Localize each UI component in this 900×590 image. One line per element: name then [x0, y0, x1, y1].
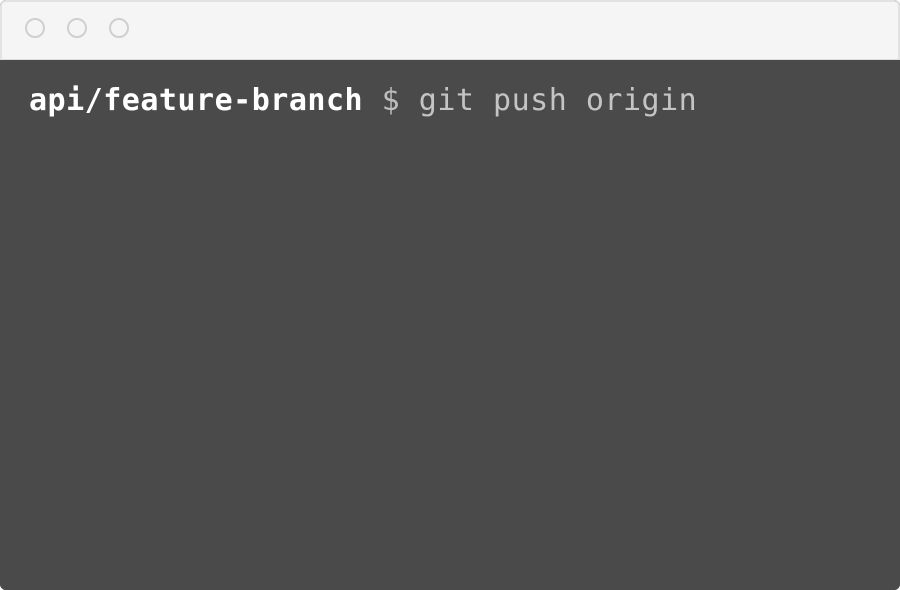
branch-name: api/feature-branch: [29, 83, 364, 118]
command-text: git push origin: [418, 83, 698, 118]
command-line: api/feature-branch $ git push origin: [29, 82, 697, 120]
window-titlebar[interactable]: [0, 0, 900, 60]
terminal-window: api/feature-branch $ git push origin: [0, 0, 900, 590]
minimize-button[interactable]: [67, 18, 87, 38]
close-button[interactable]: [25, 18, 45, 38]
prompt-symbol: $: [381, 83, 401, 118]
zoom-button[interactable]: [109, 18, 129, 38]
terminal-body[interactable]: api/feature-branch $ git push origin: [0, 60, 900, 590]
